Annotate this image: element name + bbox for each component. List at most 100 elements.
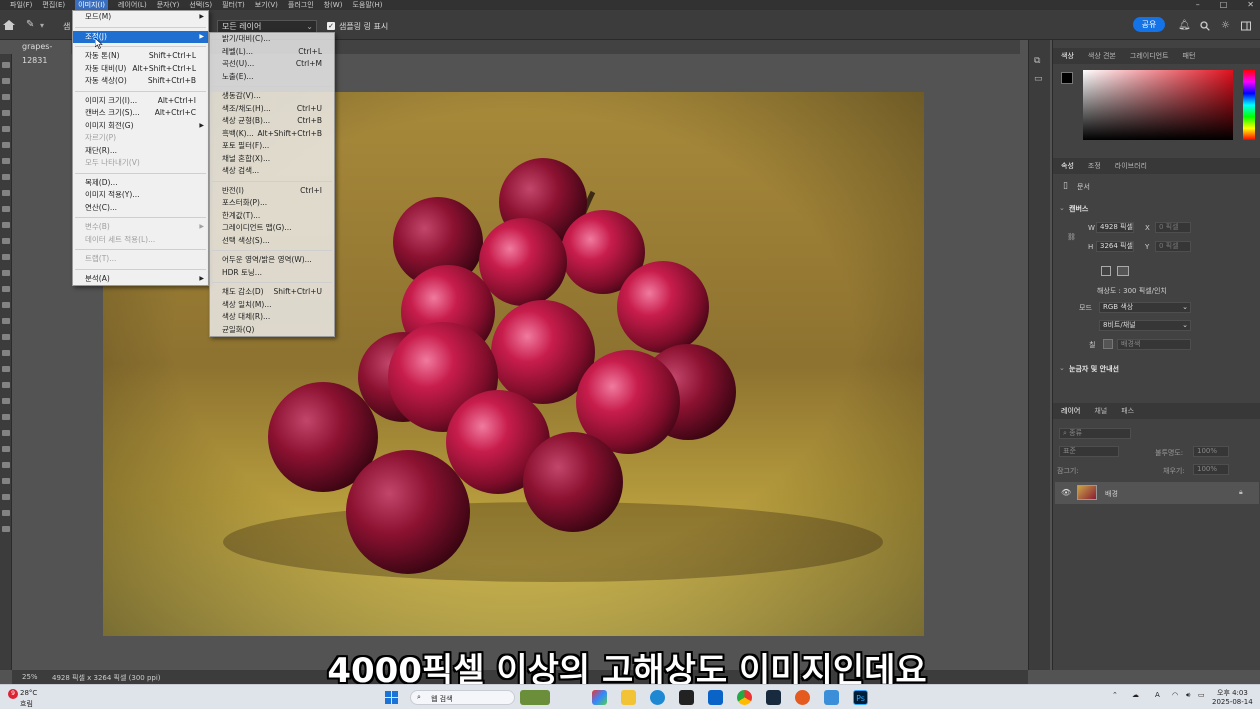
panel-tab[interactable]: 색상 xyxy=(1061,51,1074,61)
history-icon[interactable]: ⧉ xyxy=(1034,56,1040,66)
foreground-color-swatch[interactable] xyxy=(1061,72,1073,84)
tool-icon[interactable] xyxy=(2,174,10,180)
menu-item[interactable]: 레벨(L)... Ctrl+L xyxy=(210,46,334,59)
menu-2[interactable]: 이미지(I) xyxy=(75,0,108,10)
layer-name[interactable]: 배경 xyxy=(1105,489,1118,499)
battery-icon[interactable]: ▭ xyxy=(1198,691,1205,699)
menu-item[interactable]: 자동 색상(O) Shift+Ctrl+B xyxy=(73,75,208,88)
tool-icon[interactable] xyxy=(2,414,10,420)
comments-icon[interactable]: ▭ xyxy=(1034,74,1043,84)
sample-ring-checkbox[interactable]: ✓ xyxy=(327,22,335,30)
dino-widget-icon[interactable] xyxy=(520,690,550,705)
brave-icon[interactable] xyxy=(795,690,810,705)
tool-icon[interactable] xyxy=(2,478,10,484)
tool-icon[interactable] xyxy=(2,190,10,196)
tool-icon[interactable] xyxy=(2,222,10,228)
menu-item[interactable]: 색상 검색... xyxy=(210,165,334,178)
search-icon[interactable] xyxy=(1200,21,1210,31)
panel-tab[interactable]: 라이브러리 xyxy=(1115,161,1147,171)
home-icon[interactable] xyxy=(2,19,16,31)
menu-item[interactable]: 이미지 적용(Y)... xyxy=(73,189,208,202)
rulers-section-title[interactable]: 눈금자 및 안내선 xyxy=(1069,364,1119,374)
menu-1[interactable]: 편집(E) xyxy=(42,0,65,10)
menu-item[interactable]: 반전(I) Ctrl+I xyxy=(210,185,334,198)
color-picker-field[interactable] xyxy=(1083,70,1233,140)
blend-mode-select[interactable]: 표준 xyxy=(1059,446,1119,457)
menu-item[interactable]: 색조/채도(H)... Ctrl+U xyxy=(210,103,334,116)
tray-chevron-icon[interactable]: ⌃ xyxy=(1112,691,1118,699)
menu-item[interactable]: 흑백(K)... Alt+Shift+Ctrl+B xyxy=(210,128,334,141)
menu-item[interactable]: 생동감(V)... xyxy=(210,90,334,103)
menu-item[interactable]: 채널 혼합(X)... xyxy=(210,153,334,166)
clock-date[interactable]: 2025-08-14 xyxy=(1212,698,1253,706)
taskbar-search[interactable]: ⌕ 웹 검색 xyxy=(410,690,515,705)
menu-item[interactable]: 캔버스 크기(S)... Alt+Ctrl+C xyxy=(73,107,208,120)
menu-item[interactable]: 균일화(Q) xyxy=(210,324,334,337)
menu-10[interactable]: 도움말(H) xyxy=(352,0,382,10)
zoom-level[interactable]: 25% xyxy=(22,673,38,681)
panel-tab[interactable]: 조정 xyxy=(1088,161,1101,171)
menu-5[interactable]: 선택(S) xyxy=(189,0,212,10)
menu-item[interactable]: 색상 균형(B)... Ctrl+B xyxy=(210,115,334,128)
panel-tab[interactable]: 속성 xyxy=(1061,161,1074,171)
menu-item[interactable]: 곡선(U)... Ctrl+M xyxy=(210,58,334,71)
workspace-icon[interactable] xyxy=(1241,21,1251,31)
photos-icon[interactable] xyxy=(824,690,839,705)
menu-item[interactable]: 노출(E)... xyxy=(210,71,334,84)
share-button[interactable]: 공유 xyxy=(1133,17,1165,32)
bit-depth-select[interactable]: 8비트/채널 ⌄ xyxy=(1099,320,1191,331)
menu-4[interactable]: 문자(Y) xyxy=(157,0,180,10)
menu-9[interactable]: 창(W) xyxy=(324,0,343,10)
tool-icon[interactable] xyxy=(2,366,10,372)
fill-opacity-field[interactable]: 100% xyxy=(1193,464,1229,475)
menu-8[interactable]: 플러그인 xyxy=(288,0,314,10)
tool-icon[interactable] xyxy=(2,286,10,292)
menu-item[interactable]: 연산(C)... xyxy=(73,202,208,215)
panel-tab[interactable]: 패스 xyxy=(1121,406,1134,416)
fill-select[interactable]: 배경색 xyxy=(1117,339,1191,350)
tool-icon[interactable] xyxy=(2,430,10,436)
minimize-icon[interactable]: – xyxy=(1196,0,1200,10)
tool-icon[interactable] xyxy=(2,302,10,308)
tool-icon[interactable] xyxy=(2,382,10,388)
close-icon[interactable]: ✕ xyxy=(1247,0,1254,10)
tool-icon[interactable] xyxy=(2,62,10,68)
x-field[interactable]: 0 픽셀 xyxy=(1155,222,1191,233)
file-explorer-icon[interactable] xyxy=(621,690,636,705)
chevron-down-icon[interactable]: ⌄ xyxy=(1059,364,1065,372)
tool-icon[interactable] xyxy=(2,94,10,100)
outlook-icon[interactable] xyxy=(708,690,723,705)
fill-swatch[interactable] xyxy=(1103,339,1113,349)
menu-item[interactable]: 색상 대체(R)... xyxy=(210,311,334,324)
tool-icon[interactable] xyxy=(2,510,10,516)
landscape-orientation-icon[interactable] xyxy=(1117,266,1129,276)
menu-item[interactable]: 복제(D)... xyxy=(73,177,208,190)
tool-icon[interactable] xyxy=(2,334,10,340)
steam-icon[interactable] xyxy=(766,690,781,705)
tool-icon[interactable] xyxy=(2,526,10,532)
volume-icon[interactable]: 🔊︎ xyxy=(1186,691,1190,700)
tool-icon[interactable] xyxy=(2,238,10,244)
document-tab[interactable]: grapes-12831 xyxy=(16,40,71,65)
panel-tab[interactable]: 그레이디언트 xyxy=(1130,51,1169,61)
maximize-icon[interactable]: □ xyxy=(1220,0,1228,10)
tool-icon[interactable] xyxy=(2,206,10,212)
menu-item[interactable]: 이미지 회전(G) ▶ xyxy=(73,120,208,133)
menu-item[interactable]: 자동 대비(U) Alt+Shift+Ctrl+L xyxy=(73,63,208,76)
y-field[interactable]: 0 픽셀 xyxy=(1155,241,1191,252)
tool-icon[interactable] xyxy=(2,462,10,468)
opacity-field[interactable]: 100% xyxy=(1193,446,1229,457)
mode-select[interactable]: RGB 색상 ⌄ xyxy=(1099,302,1191,313)
tool-icon[interactable] xyxy=(2,318,10,324)
menu-item[interactable]: HDR 토닝... xyxy=(210,267,334,280)
tool-icon[interactable] xyxy=(2,270,10,276)
menu-item[interactable]: 그레이디언트 맵(G)... xyxy=(210,222,334,235)
width-field[interactable]: 4928 픽셀 xyxy=(1096,222,1134,233)
tool-preset-arrow-icon[interactable]: ▾ xyxy=(40,21,44,30)
tool-icon[interactable] xyxy=(2,446,10,452)
panel-tab[interactable]: 패턴 xyxy=(1183,51,1196,61)
cloud-icon[interactable]: ☁ xyxy=(1132,691,1139,699)
menu-item[interactable]: 포스터화(P)... xyxy=(210,197,334,210)
tool-icon[interactable] xyxy=(2,126,10,132)
lightbulb-icon[interactable]: ☼ xyxy=(1221,21,1231,31)
